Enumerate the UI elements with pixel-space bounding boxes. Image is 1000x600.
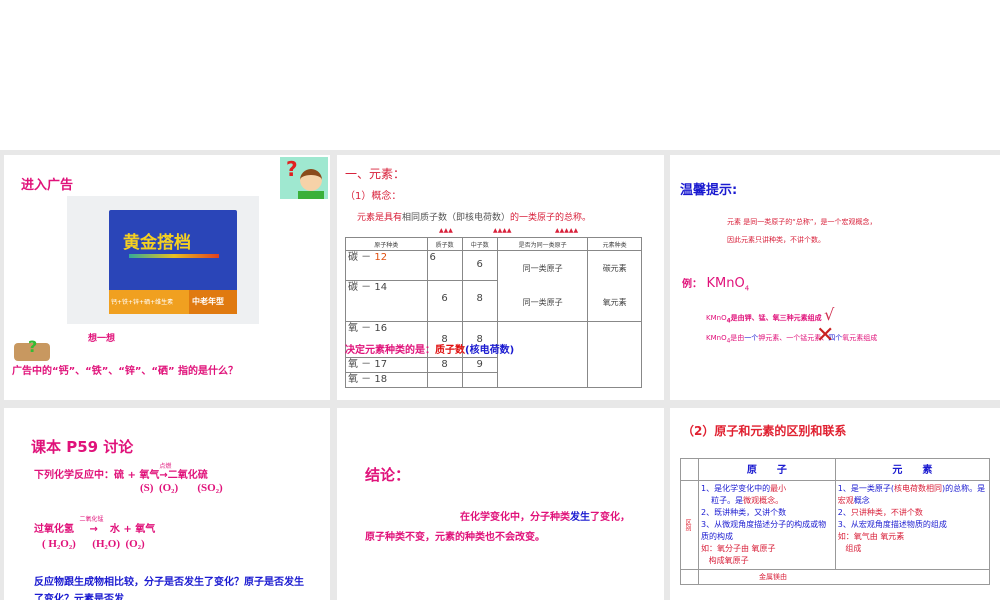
- subheading: （1）概念：: [345, 191, 402, 202]
- reaction-2-formulas: ( H₂O₂) (H₂O) (O₂): [42, 538, 145, 550]
- comparison-table: 原 子元 素 区别 1、是化学变化中的最小 粒子。是微观概念。 2、既讲种类，又…: [680, 458, 991, 585]
- atom-table: 原子种类 质子数 中子数 是否为同一类原子 元素种类 碳 － 12 6 6 同一类原子 同一类原…: [345, 237, 642, 388]
- slide-title: 温馨提示:: [680, 183, 738, 198]
- slide-4[interactable]: 课本 P59 讨论 下列化学反应中：硫 + 氧气 点燃 →二氧化硫 (S) (O₂)…: [4, 408, 330, 600]
- example: 例： KMnO4: [682, 276, 750, 293]
- book-question-icon: ?: [14, 337, 50, 361]
- slide-5[interactable]: 结论： 在化学变化中，分子种类发生了变化，原子种类不变，元素的种类也不会改变。: [337, 408, 664, 600]
- emphasis-mark: ▲▲▲▲▲: [555, 227, 579, 234]
- emphasis-mark: ▲▲▲: [439, 227, 453, 234]
- thinking-boy-icon: ?: [280, 157, 328, 199]
- cross-icon: ✕: [816, 323, 835, 348]
- emphasis-mark: ▲▲▲▲: [493, 227, 512, 234]
- product-photo: 黄金搭档 钙+铁+锌+硒+维生素 中老年型: [67, 196, 259, 324]
- statement-wrong: KMnO4是由一个钾元素、一个锰元素、四个氧元素组成: [706, 334, 878, 345]
- product-strip: 钙+铁+锌+硒+维生素: [109, 290, 189, 314]
- slide-title: 结论：: [365, 466, 411, 484]
- check-icon: √: [824, 305, 835, 324]
- statement-correct: KMnO4是由钾、锰、氧三种元素组成 √: [706, 305, 835, 325]
- slide-title: （2）原子和元素的区别和联系: [682, 424, 847, 438]
- slide-1[interactable]: 进入广告 ? 黄金搭档 钙+铁+锌+硒+维生素 中老年型 想一想 ? 广告中的“…: [4, 155, 330, 400]
- reaction-1-formulas: (S) (O₂) (SO₂): [140, 482, 223, 494]
- reaction-1: 下列化学反应中：硫 + 氧气 点燃 →二氧化硫: [34, 463, 208, 481]
- table-cell-o18: 氧 － 18: [345, 372, 428, 388]
- slide-sorter-grid: 进入广告 ? 黄金搭档 钙+铁+锌+硒+维生素 中老年型 想一想 ? 广告中的“…: [0, 150, 1000, 600]
- reaction-2: 过氧化氢 二氧化锰 → 水 + 氧气: [34, 516, 156, 535]
- heading: 一、元素：: [345, 167, 406, 181]
- question-text: 广告中的“钙”、“铁”、“锌”、“硒” 指的是什么？: [12, 366, 239, 377]
- conclusion-text: 在化学变化中，分子种类发生了变化，原子种类不变，元素的种类也不会改变。: [365, 512, 630, 543]
- product-name: 黄金搭档: [123, 233, 191, 253]
- product-badge: 中老年型: [189, 290, 237, 314]
- think-label: 想一想: [88, 334, 116, 344]
- slide-title: 进入广告: [21, 178, 74, 193]
- slide-2[interactable]: 一、元素： （1）概念： 元素是具有相同质子数（即核电荷数）的一类原子的总称。 …: [337, 155, 664, 400]
- definition: 元素是具有相同质子数（即核电荷数）的一类原子的总称。: [357, 213, 592, 223]
- slide-6[interactable]: （2）原子和元素的区别和联系 原 子元 素 区别 1、是化学变化中的最小 粒子。…: [670, 408, 1000, 600]
- slide-3[interactable]: 温馨提示: 元素 是同一类原子的“总称”，是一个宏观概念， 因此元素只讲种类，不讲…: [670, 155, 1000, 400]
- question-text: 反应物跟生成物相比较，分子是否发生了变化？原子是否发生了变化？元素是否发: [34, 577, 304, 600]
- tip-text: 元素 是同一类原子的“总称”，是一个宏观概念， 因此元素只讲种类，不讲个数。: [727, 218, 877, 244]
- slide-title: 课本 P59 讨论: [31, 438, 134, 456]
- conclusion: 决定元素种类的是：质子数(核电荷数): [345, 345, 515, 356]
